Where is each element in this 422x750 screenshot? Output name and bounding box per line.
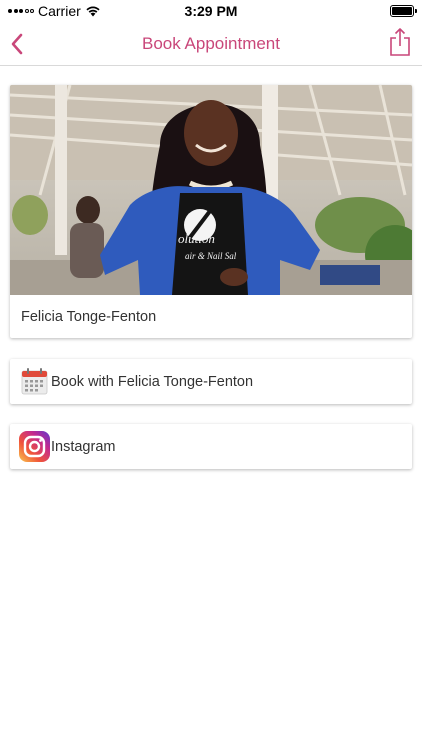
instagram-row[interactable]: Instagram	[10, 424, 412, 469]
status-bar: Carrier 3:29 PM	[0, 0, 422, 22]
calendar-icon	[21, 368, 48, 395]
profile-card: olution air & Nail Sal Felicia Tonge-Fen…	[10, 85, 412, 338]
instagram-icon	[19, 431, 50, 462]
svg-text:olution: olution	[178, 231, 215, 246]
profile-name: Felicia Tonge-Fenton	[21, 309, 157, 325]
navigation-bar: Book Appointment	[0, 22, 422, 66]
profile-photo: olution air & Nail Sal	[10, 85, 412, 295]
status-time: 3:29 PM	[184, 3, 238, 19]
battery-icon	[390, 5, 417, 17]
book-appointment-label: Book with Felicia Tonge-Fenton	[51, 373, 254, 390]
share-button[interactable]	[388, 27, 412, 57]
share-icon	[390, 28, 410, 56]
svg-text:air & Nail Sal: air & Nail Sal	[185, 251, 237, 261]
page-title: Book Appointment	[142, 34, 280, 53]
book-appointment-row[interactable]: Book with Felicia Tonge-Fenton	[10, 359, 412, 404]
instagram-label: Instagram	[51, 438, 116, 455]
